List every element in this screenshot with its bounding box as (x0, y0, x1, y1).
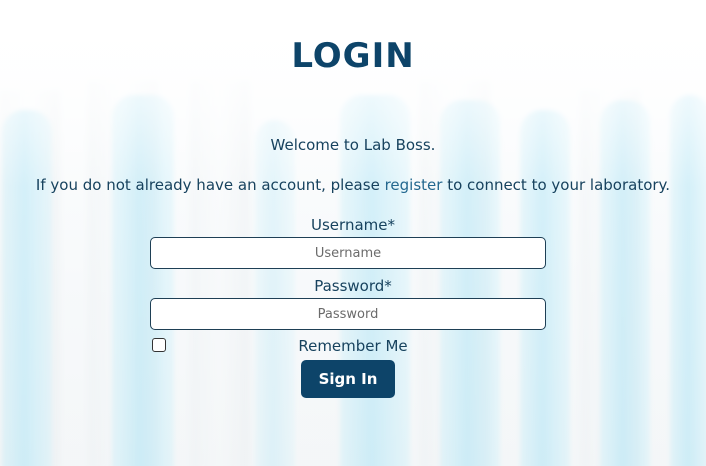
info-text-before: If you do not already have an account, p… (35, 176, 385, 194)
username-label: Username* (311, 216, 395, 234)
login-page: LOGIN Welcome to Lab Boss. If you do not… (0, 0, 706, 466)
info-text-after: to connect to your laboratory. (442, 176, 671, 194)
username-input[interactable] (150, 237, 546, 269)
remember-me-label: Remember Me (298, 337, 408, 355)
welcome-text: Welcome to Lab Boss. (270, 136, 436, 154)
register-info-text: If you do not already have an account, p… (0, 176, 706, 194)
sign-in-button[interactable]: Sign In (301, 360, 395, 398)
register-link[interactable]: register (385, 176, 443, 194)
password-label: Password* (314, 277, 392, 295)
password-input[interactable] (150, 298, 546, 330)
page-title: LOGIN (291, 36, 415, 76)
